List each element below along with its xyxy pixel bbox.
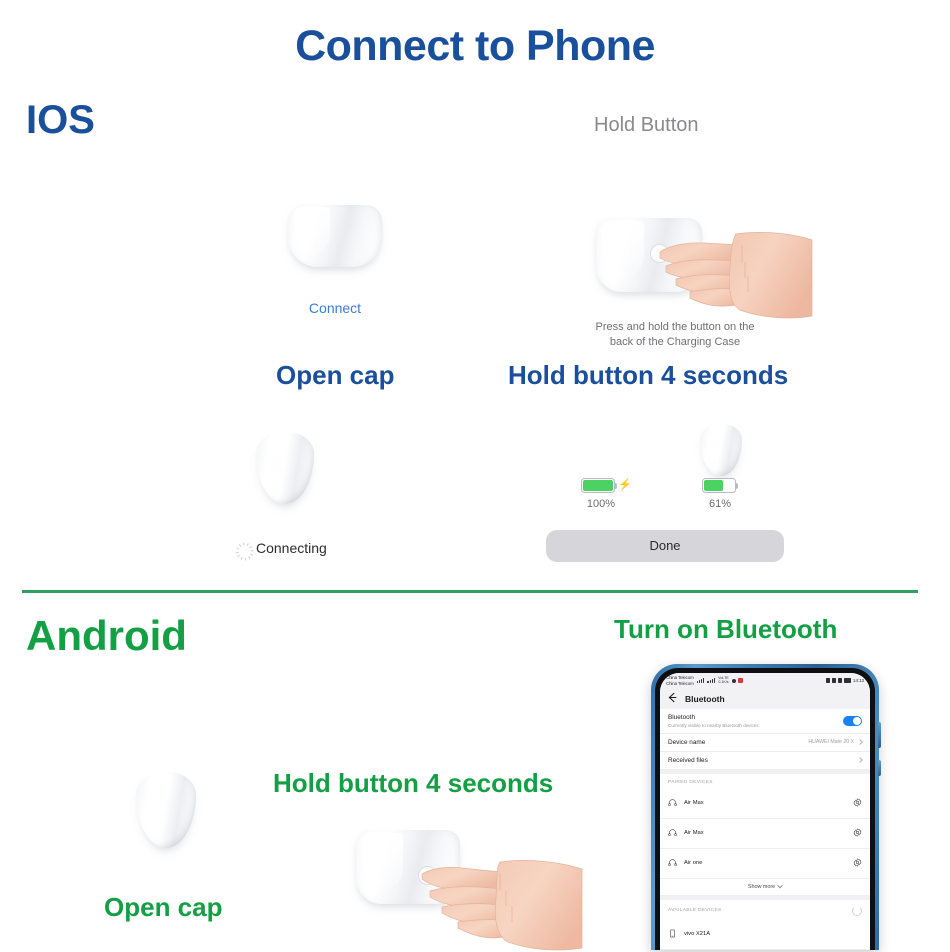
device-name-label: Device name — [668, 738, 706, 746]
phone-bezel: China Telecom China Telecom VoLTE 0.1K/s — [655, 668, 875, 950]
signal-bars-icon-2 — [707, 678, 716, 683]
chevron-right-icon — [857, 739, 863, 745]
battery-case-icon — [581, 478, 615, 493]
charging-case-back-ios — [596, 218, 702, 292]
battery-earbud-icon — [702, 478, 736, 493]
earbud-android-open-cap — [136, 772, 196, 848]
connecting-label: Connecting — [256, 540, 327, 556]
instruction-line-1: Press and hold the button on the — [595, 321, 755, 333]
charging-case-closed-ios — [288, 205, 382, 267]
available-device-name: vivo X21A — [684, 931, 711, 937]
ios-hold-button-illustration — [596, 218, 826, 323]
headphones-icon — [668, 824, 677, 842]
gear-icon[interactable] — [853, 794, 862, 812]
battery-earbud-nub — [736, 482, 738, 489]
battery-case-group: ⚡ 100% — [575, 478, 637, 510]
signal-bars-icon-1 — [696, 678, 705, 683]
carrier-line-1: China Telecom — [666, 675, 694, 681]
android-phone-mock: China Telecom China Telecom VoLTE 0.1K/s — [651, 664, 881, 950]
battery-case-fill — [583, 480, 613, 491]
paired-device-row[interactable]: Air Max — [660, 788, 870, 819]
paired-devices-header: PAIRED DEVICES — [660, 769, 870, 789]
instruction-line-2: back of the Charging Case — [609, 335, 741, 348]
hold-button-label: Hold Button — [594, 114, 699, 136]
network-speed-indicator: VoLTE 0.1K/s — [718, 676, 729, 685]
bluetooth-status-icon — [731, 678, 736, 683]
bluetooth-row-label: Bluetooth — [668, 714, 696, 721]
battery-case-bolt-icon: ⚡ — [618, 479, 632, 491]
paired-device-name: Air one — [684, 860, 703, 866]
phone-volume-button — [878, 722, 881, 748]
section-divider — [22, 590, 918, 593]
connecting-spinner-icon — [235, 540, 254, 561]
battery-earbud-group: 61% — [698, 478, 760, 510]
scanning-spinner-icon — [852, 905, 862, 916]
ios-section-heading: IOS — [26, 98, 95, 142]
statusbar-clock: 14:13 — [853, 678, 864, 683]
ios-press-hold-instruction: Press and hold the button on the back of… — [566, 320, 784, 350]
bluetooth-row-sub: Currently visible to nearby Bluetooth de… — [668, 722, 759, 728]
paired-device-row[interactable]: Air one — [660, 848, 870, 879]
bluetooth-toggle-row[interactable]: Bluetooth Currently visible to nearby Bl… — [660, 709, 870, 734]
earbud-ios-battery — [700, 424, 742, 476]
available-devices-header: AVAILABLE DEVICES — [660, 895, 870, 920]
headphones-icon — [668, 854, 677, 872]
turn-on-bluetooth-heading: Turn on Bluetooth — [614, 614, 838, 644]
phone-power-button — [878, 760, 881, 776]
show-more-button[interactable]: Show more — [660, 878, 870, 896]
show-more-label: Show more — [747, 883, 776, 890]
page-title: Connect to Phone — [295, 22, 655, 70]
arrow-left-icon[interactable] — [667, 690, 678, 708]
phone-nav-bar: Bluetooth — [660, 688, 870, 709]
chevron-down-icon — [777, 882, 783, 888]
phone-screen: China Telecom China Telecom VoLTE 0.1K/s — [660, 673, 870, 950]
battery-case-percent: 100% — [586, 498, 616, 510]
done-button[interactable]: Done — [546, 530, 784, 562]
received-files-row[interactable]: Received files — [660, 751, 870, 770]
setup-button-circle-android — [418, 866, 437, 885]
net-speed: 0.1K/s — [718, 679, 729, 684]
phone-status-bar: China Telecom China Telecom VoLTE 0.1K/s — [660, 673, 870, 688]
phone-screen-title: Bluetooth — [685, 693, 725, 704]
alarm-icon — [826, 678, 830, 683]
bluetooth-toggle[interactable] — [843, 715, 862, 726]
device-name-value: HUAWEI Mate 20 X — [808, 739, 854, 745]
headphones-icon — [668, 794, 677, 812]
android-step-1-caption: Open cap — [104, 892, 223, 922]
android-section-heading: Android — [26, 612, 187, 659]
device-name-row[interactable]: Device name HUAWEI Mate 20 X — [660, 733, 870, 752]
chevron-right-icon — [857, 757, 863, 763]
statusbar-right-group: 14:13 — [826, 678, 864, 683]
received-files-label: Received files — [668, 756, 708, 764]
available-device-row[interactable]: vivo X21A — [660, 919, 870, 950]
vibrate-icon — [838, 678, 842, 683]
setup-button-circle-ios — [650, 244, 669, 263]
record-status-icon — [737, 678, 743, 683]
gear-icon[interactable] — [853, 824, 862, 842]
android-step-2-caption: Hold button 4 seconds — [273, 768, 554, 798]
battery-earbud-percent: 61% — [708, 498, 732, 510]
ios-step-1-caption: Open cap — [276, 360, 395, 390]
battery-earbud-fill — [704, 480, 723, 491]
battery-case-nub — [615, 482, 617, 489]
ios-step-2-caption: Hold button 4 seconds — [508, 360, 789, 390]
android-hold-button-illustration — [356, 830, 616, 951]
paired-device-name: Air Max — [684, 830, 704, 836]
available-devices-header-label: AVAILABLE DEVICES — [668, 908, 722, 913]
statusbar-carrier: China Telecom China Telecom — [666, 675, 694, 685]
gear-icon[interactable] — [853, 854, 862, 872]
carrier-line-2: China Telecom — [666, 680, 694, 686]
phone-icon — [668, 925, 677, 943]
charging-case-back-android — [356, 830, 460, 904]
paired-device-name: Air Max — [684, 800, 704, 806]
earbud-ios-connecting — [256, 432, 314, 504]
connect-link[interactable]: Connect — [288, 300, 382, 316]
wifi-icon — [832, 678, 836, 683]
battery-icon — [844, 678, 851, 683]
paired-device-row[interactable]: Air Max — [660, 818, 870, 849]
